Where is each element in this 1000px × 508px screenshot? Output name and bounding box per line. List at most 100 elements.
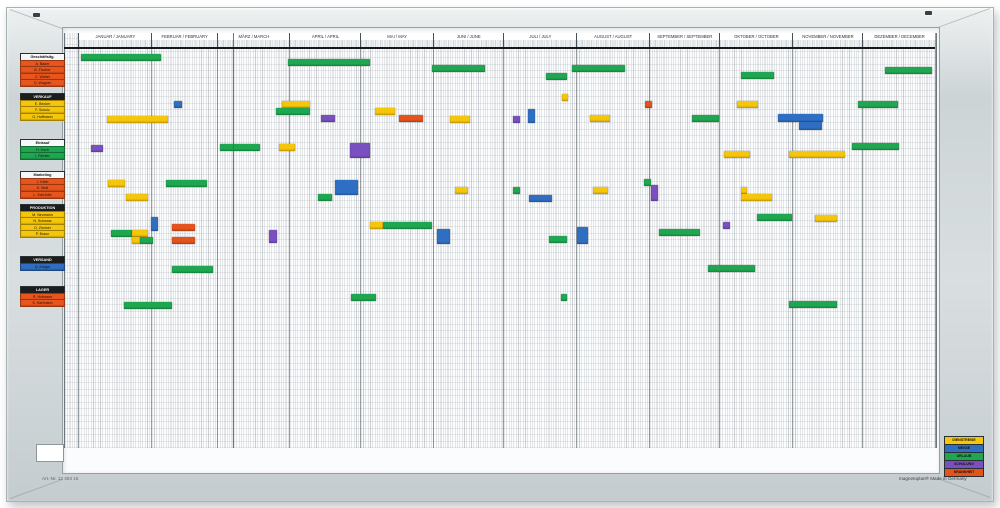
magnet-strip[interactable] (399, 115, 423, 122)
magnet-strip[interactable] (276, 108, 310, 115)
magnet-strip[interactable] (107, 116, 168, 123)
magnet-strip[interactable] (799, 122, 822, 130)
magnet-strip[interactable] (885, 67, 932, 74)
blank-label-card[interactable] (36, 444, 64, 462)
magnet-strip[interactable] (513, 187, 520, 194)
magnet-strip[interactable] (279, 144, 295, 151)
magnet-strip[interactable] (318, 194, 332, 201)
month-separator-line (935, 33, 936, 448)
magnet-strip[interactable] (269, 230, 277, 243)
magnet-strip[interactable] (852, 143, 899, 150)
date-marker-line[interactable] (233, 33, 234, 448)
magnet-strip[interactable] (172, 266, 213, 273)
month-separator-line (289, 33, 290, 448)
magnet-strip[interactable] (350, 143, 370, 158)
month-header: NOVEMBER / NOVEMBER (792, 33, 863, 40)
day-number-strip (503, 40, 577, 47)
day-number-strip (217, 40, 291, 47)
month-header: MAI / MAY (360, 33, 434, 40)
day-number-strip (792, 40, 863, 47)
month-header: APRIL / APRIL (289, 33, 360, 40)
day-number-strip (78, 40, 152, 47)
magnet-strip[interactable] (432, 65, 485, 72)
person-label-magnet[interactable]: Q. Krüger (20, 263, 65, 271)
magnet-strip[interactable] (126, 194, 148, 201)
magnet-strip[interactable] (132, 237, 140, 244)
brand-made-in-germany: magnetoplan® Made in Germany (899, 476, 967, 481)
magnet-strip[interactable] (546, 73, 567, 80)
magnet-strip[interactable] (172, 224, 195, 231)
magnet-strip[interactable] (172, 237, 195, 244)
magnet-strip[interactable] (815, 215, 837, 222)
person-label-magnet[interactable]: I. Richter (20, 152, 65, 160)
person-label-magnet[interactable]: G. Hoffmann (20, 113, 65, 121)
magnet-strip[interactable] (321, 115, 335, 122)
magnet-strip[interactable] (351, 294, 376, 301)
magnet-strip[interactable] (140, 237, 153, 244)
person-label-magnet[interactable]: D. Wagner (20, 79, 65, 87)
magnet-strip[interactable] (572, 65, 625, 72)
magnet-strip[interactable] (174, 101, 182, 108)
magnet-strip[interactable] (741, 187, 747, 194)
person-label-magnet[interactable]: S. Hartmann (20, 299, 65, 307)
magnet-strip[interactable] (659, 229, 700, 236)
magnet-strip[interactable] (81, 54, 161, 61)
magnet-strip[interactable] (151, 217, 158, 231)
day-number-strip (151, 40, 218, 47)
magnet-strip[interactable] (858, 101, 898, 108)
magnet-strip[interactable] (220, 144, 260, 151)
magnet-strip[interactable] (644, 179, 651, 186)
frame-corner-cap (33, 13, 40, 17)
magnet-strip[interactable] (513, 116, 520, 123)
month-separator-line (433, 33, 434, 448)
magnet-strip[interactable] (111, 230, 132, 237)
day-number-strip (289, 40, 360, 47)
magnet-strip[interactable] (124, 302, 172, 309)
magnet-strip[interactable] (529, 195, 552, 202)
magnet-strip[interactable] (789, 151, 845, 158)
magnet-strip[interactable] (450, 116, 470, 123)
magnet-strip[interactable] (91, 145, 103, 152)
magnet-strip[interactable] (737, 101, 758, 108)
day-number-strip (719, 40, 793, 47)
magnet-strip[interactable] (108, 180, 125, 187)
magnet-strip[interactable] (778, 114, 823, 122)
magnet-strip[interactable] (789, 301, 837, 308)
magnet-strip[interactable] (723, 222, 730, 229)
magnet-strip[interactable] (528, 109, 535, 123)
magnet-strip[interactable] (741, 194, 772, 201)
magnet-strip[interactable] (288, 59, 370, 66)
magnet-strip[interactable] (577, 227, 588, 244)
magnet-strip[interactable] (651, 185, 658, 201)
magnet-strip[interactable] (692, 115, 719, 122)
day-number-strip (576, 40, 650, 47)
magnet-strip[interactable] (562, 94, 568, 101)
magnet-strip[interactable] (437, 229, 450, 244)
magnet-strip[interactable] (724, 151, 750, 158)
person-label-magnet[interactable]: P. Braun (20, 230, 65, 238)
month-separator-line (719, 33, 720, 448)
magnet-strip[interactable] (590, 115, 610, 122)
magnet-strip[interactable] (335, 180, 358, 195)
month-separator-line (217, 33, 218, 448)
magnet-strip[interactable] (708, 265, 755, 272)
frame-corner-cap (925, 11, 932, 15)
month-header: JULI / JULY (503, 33, 577, 40)
article-number: Art.-Nr. 12 403 16 (42, 476, 78, 481)
magnet-strip[interactable] (455, 187, 468, 194)
magnet-strip[interactable] (645, 101, 652, 108)
magnet-strip[interactable] (166, 180, 207, 187)
magnet-strip[interactable] (593, 187, 608, 194)
magnet-strip[interactable] (549, 236, 567, 243)
magnet-strip[interactable] (132, 230, 148, 237)
magnet-strip[interactable] (383, 222, 432, 229)
magnet-strip[interactable] (375, 108, 395, 115)
magnet-strip[interactable] (757, 214, 792, 221)
magnet-strip[interactable] (741, 72, 774, 79)
magnet-strip[interactable] (370, 222, 383, 229)
magnet-strip[interactable] (561, 294, 567, 301)
month-separator-line (360, 33, 361, 448)
month-header: OKTOBER / OCTOBER (719, 33, 793, 40)
magnet-strip[interactable] (282, 101, 310, 108)
person-label-magnet[interactable]: L. Schröder (20, 191, 65, 199)
